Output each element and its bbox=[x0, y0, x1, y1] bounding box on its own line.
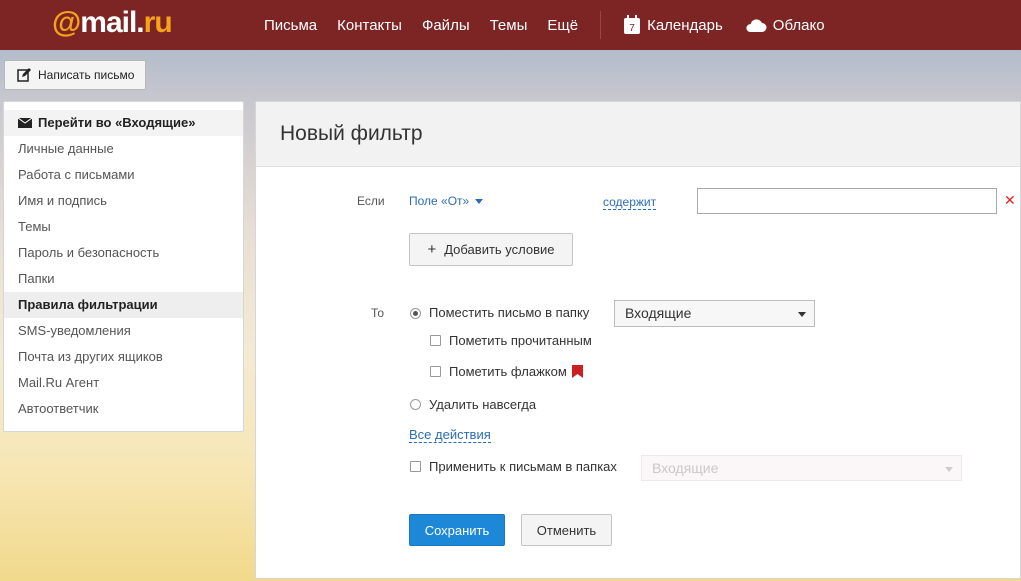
calendar-icon: 7 bbox=[623, 15, 641, 35]
nav-files[interactable]: Файлы bbox=[422, 17, 470, 34]
apply-folder-value: Входящие bbox=[652, 460, 719, 476]
logo-at: @ bbox=[52, 6, 81, 39]
flag-icon bbox=[571, 365, 583, 378]
all-actions-link[interactable]: Все действия bbox=[409, 427, 491, 443]
sidebar-go-inbox-label: Перейти во «Входящие» bbox=[38, 115, 196, 130]
sidebar-item-filters[interactable]: Правила фильтрации bbox=[4, 292, 243, 318]
sidebar-item-security[interactable]: Пароль и безопасность bbox=[4, 240, 243, 266]
mark-flag-checkbox[interactable] bbox=[430, 366, 441, 377]
nav-themes[interactable]: Темы bbox=[490, 17, 528, 34]
select-caret-icon bbox=[798, 312, 806, 317]
cancel-button[interactable]: Отменить bbox=[521, 514, 612, 546]
condition-dropdown[interactable]: содержит bbox=[603, 195, 657, 210]
mailru-logo[interactable]: @mail.ru bbox=[52, 6, 173, 40]
nav-calendar[interactable]: 7 Календарь bbox=[623, 15, 723, 35]
topbar: @mail.ru Письма Контакты Файлы Темы Ещё … bbox=[0, 0, 1021, 50]
logo-mail: mail bbox=[80, 6, 137, 39]
sidebar-item-collector[interactable]: Почта из других ящиков bbox=[4, 344, 243, 370]
apply-to-folders-label: Применить к письмам в папках bbox=[429, 459, 617, 474]
page-title: Новый фильтр bbox=[280, 122, 423, 145]
mark-flag-label: Пометить флажком bbox=[449, 364, 567, 379]
then-label: То bbox=[371, 306, 385, 320]
mark-flag-row: Пометить флажком bbox=[449, 364, 583, 379]
delete-forever-label: Удалить навсегда bbox=[429, 397, 537, 412]
add-condition-label: Добавить условие bbox=[444, 242, 555, 257]
compose-label: Написать письмо bbox=[38, 68, 135, 82]
save-button[interactable]: Сохранить bbox=[409, 514, 505, 546]
mark-read-checkbox[interactable] bbox=[430, 335, 441, 346]
calendar-day: 7 bbox=[629, 23, 635, 34]
move-folder-select[interactable]: Входящие bbox=[614, 300, 815, 327]
filter-value-input[interactable] bbox=[697, 188, 997, 214]
compose-icon bbox=[17, 68, 31, 82]
move-folder-value: Входящие bbox=[625, 305, 692, 321]
logo-ru: ru bbox=[143, 6, 173, 39]
chevron-down-icon bbox=[475, 198, 484, 204]
sidebar-item-agent[interactable]: Mail.Ru Агент bbox=[4, 370, 243, 396]
remove-condition-icon[interactable]: ✕ bbox=[1004, 192, 1016, 209]
cloud-label: Облако bbox=[772, 16, 825, 34]
apply-folder-select: Входящие bbox=[641, 455, 962, 481]
sidebar-item-signature[interactable]: Имя и подпись bbox=[4, 188, 243, 214]
envelope-icon bbox=[18, 118, 32, 128]
add-condition-button[interactable]: + Добавить условие bbox=[409, 233, 573, 266]
field-dropdown-label: Поле «От» bbox=[409, 194, 470, 208]
move-to-folder-label: Поместить письмо в папку bbox=[429, 305, 590, 320]
calendar-label: Календарь bbox=[647, 16, 723, 34]
sidebar-item-folders[interactable]: Папки bbox=[4, 266, 243, 292]
cloud-icon bbox=[745, 17, 767, 33]
nav-mail[interactable]: Письма bbox=[264, 17, 317, 34]
sidebar-go-inbox[interactable]: Перейти во «Входящие» bbox=[4, 110, 243, 136]
plus-icon: + bbox=[427, 241, 437, 258]
compose-button[interactable]: Написать письмо bbox=[4, 60, 146, 90]
if-label: Если bbox=[357, 194, 385, 208]
sidebar-item-autoreply[interactable]: Автоответчик bbox=[4, 396, 243, 422]
sidebar-item-themes[interactable]: Темы bbox=[4, 214, 243, 240]
filter-panel: Новый фильтр Если Поле «От» содержит ✕ +… bbox=[255, 101, 1021, 579]
sidebar-item-sms[interactable]: SMS-уведомления bbox=[4, 318, 243, 344]
sidebar-item-mail-work[interactable]: Работа с письмами bbox=[4, 162, 243, 188]
apply-to-folders-checkbox[interactable] bbox=[410, 461, 421, 472]
nav-separator bbox=[600, 11, 602, 39]
select-caret-icon bbox=[945, 467, 953, 472]
settings-sidebar: Перейти во «Входящие» Личные данные Рабо… bbox=[3, 101, 244, 432]
move-to-folder-radio[interactable] bbox=[410, 308, 421, 319]
logo-dot: . bbox=[136, 6, 144, 39]
top-nav: Письма Контакты Файлы Темы Ещё 7 Календа… bbox=[254, 0, 835, 50]
filter-header: Новый фильтр bbox=[256, 102, 1020, 167]
nav-more[interactable]: Ещё bbox=[547, 17, 578, 34]
nav-cloud[interactable]: Облако bbox=[745, 17, 825, 34]
delete-forever-radio[interactable] bbox=[410, 399, 421, 410]
nav-contacts[interactable]: Контакты bbox=[337, 17, 402, 34]
field-dropdown[interactable]: Поле «От» bbox=[409, 194, 484, 208]
mark-read-label: Пометить прочитанным bbox=[449, 333, 592, 348]
sidebar-item-personal[interactable]: Личные данные bbox=[4, 136, 243, 162]
